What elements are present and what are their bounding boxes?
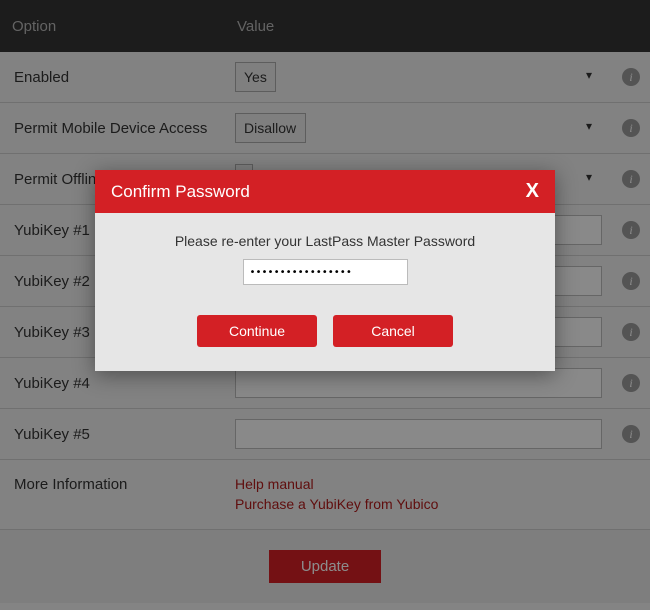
modal-body: Please re-enter your LastPass Master Pas…	[95, 213, 555, 371]
continue-button[interactable]: Continue	[197, 315, 317, 347]
master-password-input[interactable]	[243, 259, 408, 285]
cancel-button[interactable]: Cancel	[333, 315, 453, 347]
confirm-password-modal: Confirm Password X Please re-enter your …	[95, 170, 555, 371]
close-icon[interactable]: X	[526, 180, 539, 203]
modal-buttons: Continue Cancel	[125, 315, 525, 347]
modal-header: Confirm Password X	[95, 170, 555, 213]
modal-title: Confirm Password	[111, 182, 250, 202]
modal-prompt: Please re-enter your LastPass Master Pas…	[125, 233, 525, 249]
